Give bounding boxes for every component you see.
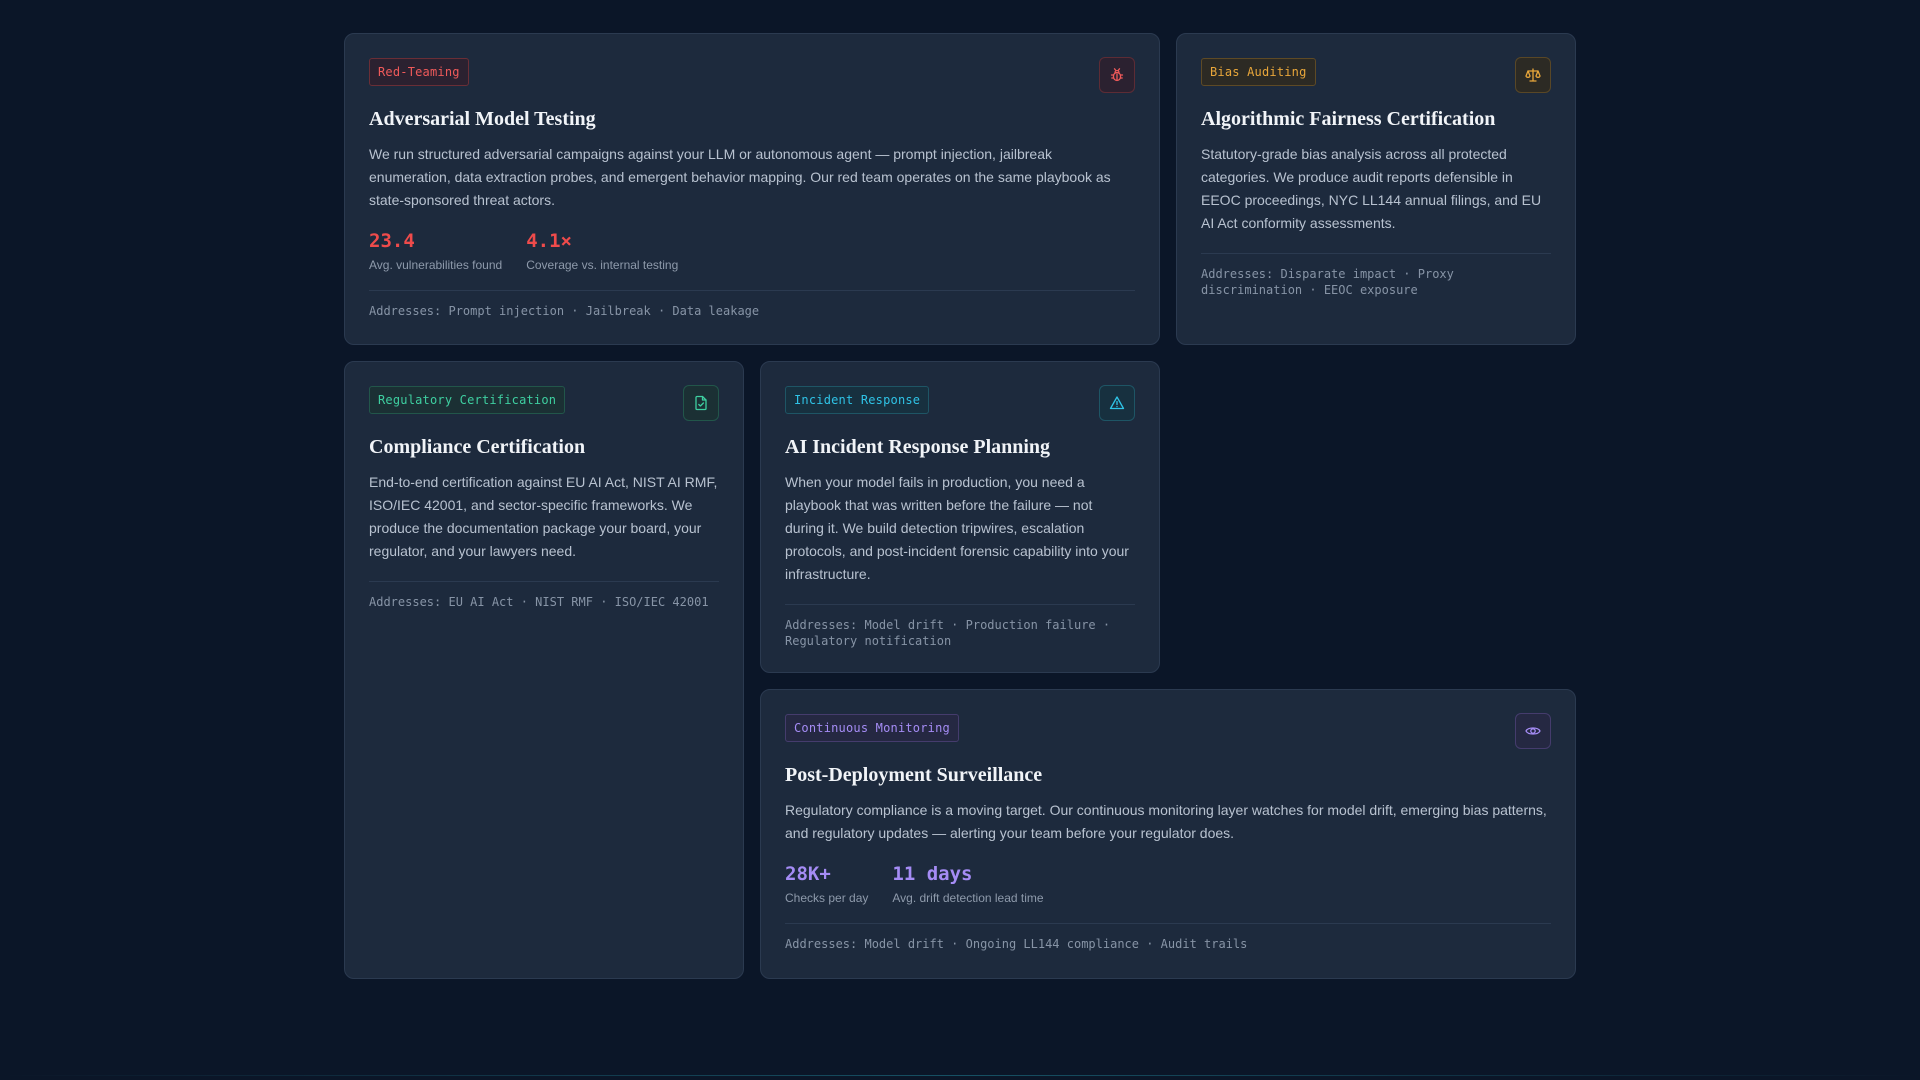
divider <box>785 923 1551 924</box>
stats-row: 28K+ Checks per day 11 days Avg. drift d… <box>785 863 1551 905</box>
bottom-accent-line <box>0 1075 1920 1076</box>
bug-icon[interactable] <box>1099 57 1135 93</box>
eye-icon[interactable] <box>1515 713 1551 749</box>
stat-value: 28K+ <box>785 863 831 885</box>
stat: 28K+ Checks per day <box>785 863 868 905</box>
card-title: Compliance Certification <box>369 436 586 458</box>
divider <box>369 581 719 582</box>
card-description: We run structured adversarial campaigns … <box>369 146 1111 208</box>
divider <box>1201 253 1551 254</box>
card-addresses: Addresses: EU AI Act · NIST RMF · ISO/IE… <box>369 595 709 609</box>
stat-value: 23.4 <box>369 230 415 252</box>
card-description: Statutory-grade bias analysis across all… <box>1201 146 1542 231</box>
stat-label: Checks per day <box>785 891 869 905</box>
service-card-incident-response: Incident Response AI Incident Response P… <box>760 361 1160 673</box>
stat-value: 11 days <box>892 863 973 885</box>
divider <box>369 290 1135 291</box>
stat-label: Avg. vulnerabilities found <box>369 258 503 272</box>
stat-label: Coverage vs. internal testing <box>526 258 679 272</box>
warning-triangle-icon[interactable] <box>1099 385 1135 421</box>
card-title: Post-Deployment Surveillance <box>785 764 1043 786</box>
tag-continuous-monitoring: Continuous Monitoring <box>785 714 959 742</box>
card-addresses: Addresses: Model drift · Production fail… <box>785 618 1111 648</box>
service-card-continuous-monitoring: Continuous Monitoring Post-Deployment Su… <box>760 689 1576 979</box>
stat: 23.4 Avg. vulnerabilities found <box>369 230 502 272</box>
card-addresses: Addresses: Disparate impact · Proxy disc… <box>1201 267 1454 297</box>
card-description: End-to-end certification against EU AI A… <box>369 474 718 559</box>
stat-value: 4.1× <box>526 230 572 252</box>
card-addresses: Addresses: Prompt injection · Jailbreak … <box>369 304 760 318</box>
document-check-icon[interactable] <box>683 385 719 421</box>
stats-row: 23.4 Avg. vulnerabilities found 4.1× Cov… <box>369 230 1135 272</box>
card-description: Regulatory compliance is a moving target… <box>785 802 1547 841</box>
tag-regulatory-certification: Regulatory Certification <box>369 386 566 414</box>
tag-red-teaming: Red-Teaming <box>369 58 469 86</box>
service-card-bias-auditing: Bias Auditing Algorithmic Fairness Certi… <box>1176 33 1576 345</box>
service-card-regulatory-certification: Regulatory Certification Compliance Cert… <box>344 361 744 979</box>
stat-label: Avg. drift detection lead time <box>892 891 1044 905</box>
card-addresses: Addresses: Model drift · Ongoing LL144 c… <box>785 937 1248 951</box>
card-description: When your model fails in production, you… <box>785 474 1129 582</box>
divider <box>785 604 1135 605</box>
tag-bias-auditing: Bias Auditing <box>1201 58 1316 86</box>
card-title: Adversarial Model Testing <box>369 108 596 130</box>
card-title: AI Incident Response Planning <box>785 436 1051 458</box>
service-card-red-teaming: Red-Teaming Adversarial Model Testing We… <box>344 33 1160 345</box>
tag-incident-response: Incident Response <box>785 386 930 414</box>
card-title: Algorithmic Fairness Certification <box>1201 108 1496 130</box>
stat: 4.1× Coverage vs. internal testing <box>526 230 678 272</box>
stat: 11 days Avg. drift detection lead time <box>892 863 1043 905</box>
services-grid: Red-Teaming Adversarial Model Testing We… <box>344 33 1577 979</box>
scales-icon[interactable] <box>1515 57 1551 93</box>
